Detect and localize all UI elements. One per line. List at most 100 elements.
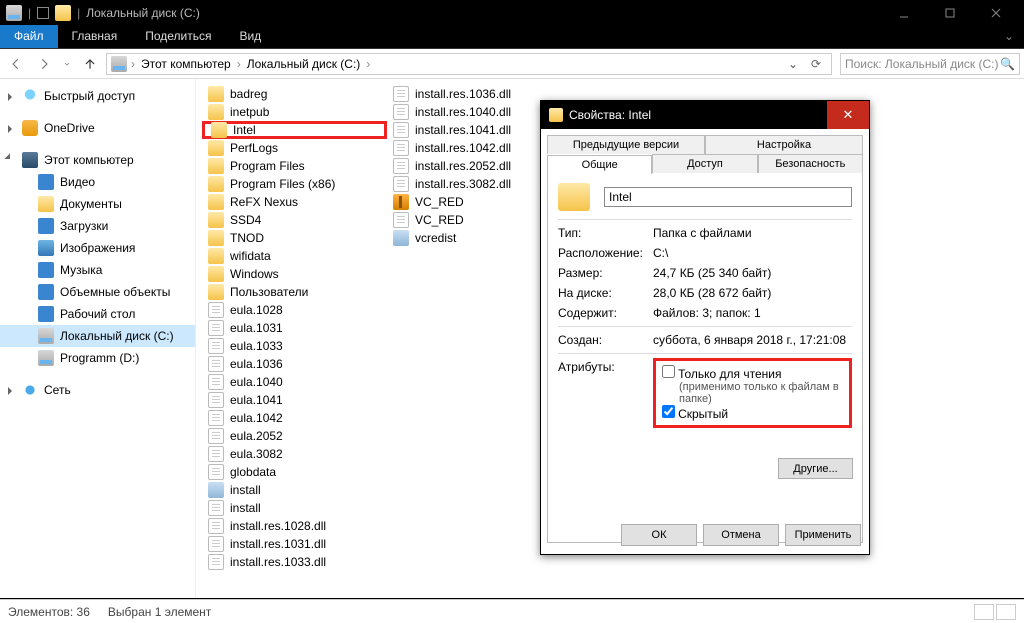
file-icon [208, 554, 224, 570]
sidebar-onedrive[interactable]: OneDrive [0, 117, 195, 139]
tab-security[interactable]: Безопасность [758, 154, 863, 173]
list-item[interactable]: install.res.1033.dll [202, 553, 387, 571]
tab-customize[interactable]: Настройка [705, 135, 863, 154]
list-item[interactable]: Пользователи [202, 283, 387, 301]
sidebar-pictures[interactable]: Изображения [0, 237, 195, 259]
status-bar: Элементов: 36 Выбран 1 элемент [0, 599, 1024, 623]
crumb-drive[interactable]: Локальный диск (C:) [245, 57, 363, 71]
list-item[interactable]: badreg [202, 85, 387, 103]
crumb-pc[interactable]: Этот компьютер [139, 57, 233, 71]
file-icon [393, 86, 409, 102]
list-item[interactable]: install [202, 499, 387, 517]
list-item[interactable]: eula.1042 [202, 409, 387, 427]
file-icon [208, 482, 224, 498]
file-icon [208, 212, 224, 228]
list-item[interactable]: eula.1041 [202, 391, 387, 409]
search-input[interactable]: Поиск: Локальный диск (C:) 🔍 [840, 53, 1020, 75]
forward-button[interactable] [32, 52, 56, 76]
file-icon [208, 392, 224, 408]
list-item[interactable]: inetpub [202, 103, 387, 121]
tab-general[interactable]: Общие [547, 155, 652, 174]
tab-share[interactable]: Поделиться [131, 25, 225, 48]
cancel-button[interactable]: Отмена [703, 524, 779, 546]
list-item[interactable]: install.res.1031.dll [202, 535, 387, 553]
list-item[interactable]: Program Files (x86) [202, 175, 387, 193]
list-item[interactable]: TNOD [202, 229, 387, 247]
up-button[interactable] [78, 52, 102, 76]
other-attributes-button[interactable]: Другие... [778, 458, 853, 479]
drive-icon [38, 350, 54, 366]
apply-button[interactable]: Применить [785, 524, 861, 546]
drive-icon [38, 328, 54, 344]
file-icon [208, 230, 224, 246]
list-item[interactable]: eula.1040 [202, 373, 387, 391]
ribbon-collapse[interactable]: ⌄ [994, 25, 1024, 48]
dropdown-icon[interactable]: ⌄ [785, 57, 801, 71]
sidebar-quick-access[interactable]: Быстрый доступ [0, 85, 195, 107]
sidebar-network[interactable]: Сеть [0, 379, 195, 401]
sidebar-this-pc[interactable]: Этот компьютер [0, 149, 195, 171]
file-icon [393, 158, 409, 174]
dialog-title: Свойства: Intel [569, 108, 651, 122]
sidebar-documents[interactable]: Документы [0, 193, 195, 215]
list-item[interactable]: install.res.1028.dll [202, 517, 387, 535]
list-item[interactable]: PerfLogs [202, 139, 387, 157]
view-details-button[interactable] [974, 604, 994, 620]
hidden-checkbox[interactable]: Скрытый [662, 405, 843, 421]
sidebar-3d[interactable]: Объемные объекты [0, 281, 195, 303]
sidebar-music[interactable]: Музыка [0, 259, 195, 281]
file-icon [211, 122, 227, 138]
list-item[interactable]: SSD4 [202, 211, 387, 229]
back-button[interactable] [4, 52, 28, 76]
sidebar-videos[interactable]: Видео [0, 171, 195, 193]
tab-previous-versions[interactable]: Предыдущие версии [547, 135, 705, 154]
sidebar-drive-c[interactable]: Локальный диск (C:) [0, 325, 195, 347]
drive-icon [111, 56, 127, 72]
breadcrumb[interactable]: › Этот компьютер › Локальный диск (C:) ›… [106, 53, 832, 75]
music-icon [38, 262, 54, 278]
file-menu[interactable]: Файл [0, 25, 58, 48]
list-item[interactable]: eula.1028 [202, 301, 387, 319]
file-icon [208, 356, 224, 372]
minimize-button[interactable] [882, 0, 926, 25]
dialog-close-button[interactable]: ✕ [827, 101, 869, 129]
list-item[interactable]: ReFX Nexus [202, 193, 387, 211]
close-button[interactable] [974, 0, 1018, 25]
list-item[interactable]: eula.3082 [202, 445, 387, 463]
ribbon: Файл Главная Поделиться Вид ⌄ [0, 25, 1024, 49]
file-icon [208, 284, 224, 300]
refresh-button[interactable]: ⟳ [805, 57, 827, 71]
ok-button[interactable]: ОК [621, 524, 697, 546]
dialog-titlebar[interactable]: Свойства: Intel ✕ [541, 101, 869, 129]
list-item[interactable]: eula.1031 [202, 319, 387, 337]
list-item[interactable]: Intel [202, 121, 387, 139]
maximize-button[interactable] [928, 0, 972, 25]
list-item[interactable]: eula.2052 [202, 427, 387, 445]
file-icon [393, 122, 409, 138]
list-item[interactable]: Windows [202, 265, 387, 283]
properties-dialog: Свойства: Intel ✕ Предыдущие версии Наст… [540, 100, 870, 555]
sidebar-drive-d[interactable]: Programm (D:) [0, 347, 195, 369]
tab-view[interactable]: Вид [225, 25, 275, 48]
list-item[interactable]: eula.1033 [202, 337, 387, 355]
tab-sharing[interactable]: Доступ [652, 154, 757, 173]
tab-home[interactable]: Главная [58, 25, 132, 48]
list-item[interactable]: Program Files [202, 157, 387, 175]
nav-sidebar: Быстрый доступ OneDrive Этот компьютер В… [0, 79, 196, 598]
list-item[interactable]: install [202, 481, 387, 499]
recent-button[interactable] [60, 52, 74, 76]
file-icon [208, 104, 224, 120]
sidebar-downloads[interactable]: Загрузки [0, 215, 195, 237]
list-item[interactable]: eula.1036 [202, 355, 387, 373]
view-icons-button[interactable] [996, 604, 1016, 620]
sidebar-desktop[interactable]: Рабочий стол [0, 303, 195, 325]
prop-type: Папка с файлами [653, 226, 852, 240]
list-item[interactable]: wifidata [202, 247, 387, 265]
list-item[interactable]: globdata [202, 463, 387, 481]
readonly-checkbox[interactable]: Только для чтения [662, 365, 843, 381]
status-count: Элементов: 36 [8, 605, 90, 619]
status-selection: Выбран 1 элемент [108, 605, 211, 619]
pictures-icon [38, 240, 54, 256]
window-title: Локальный диск (C:) [86, 6, 200, 20]
folder-name-input[interactable] [604, 187, 852, 207]
